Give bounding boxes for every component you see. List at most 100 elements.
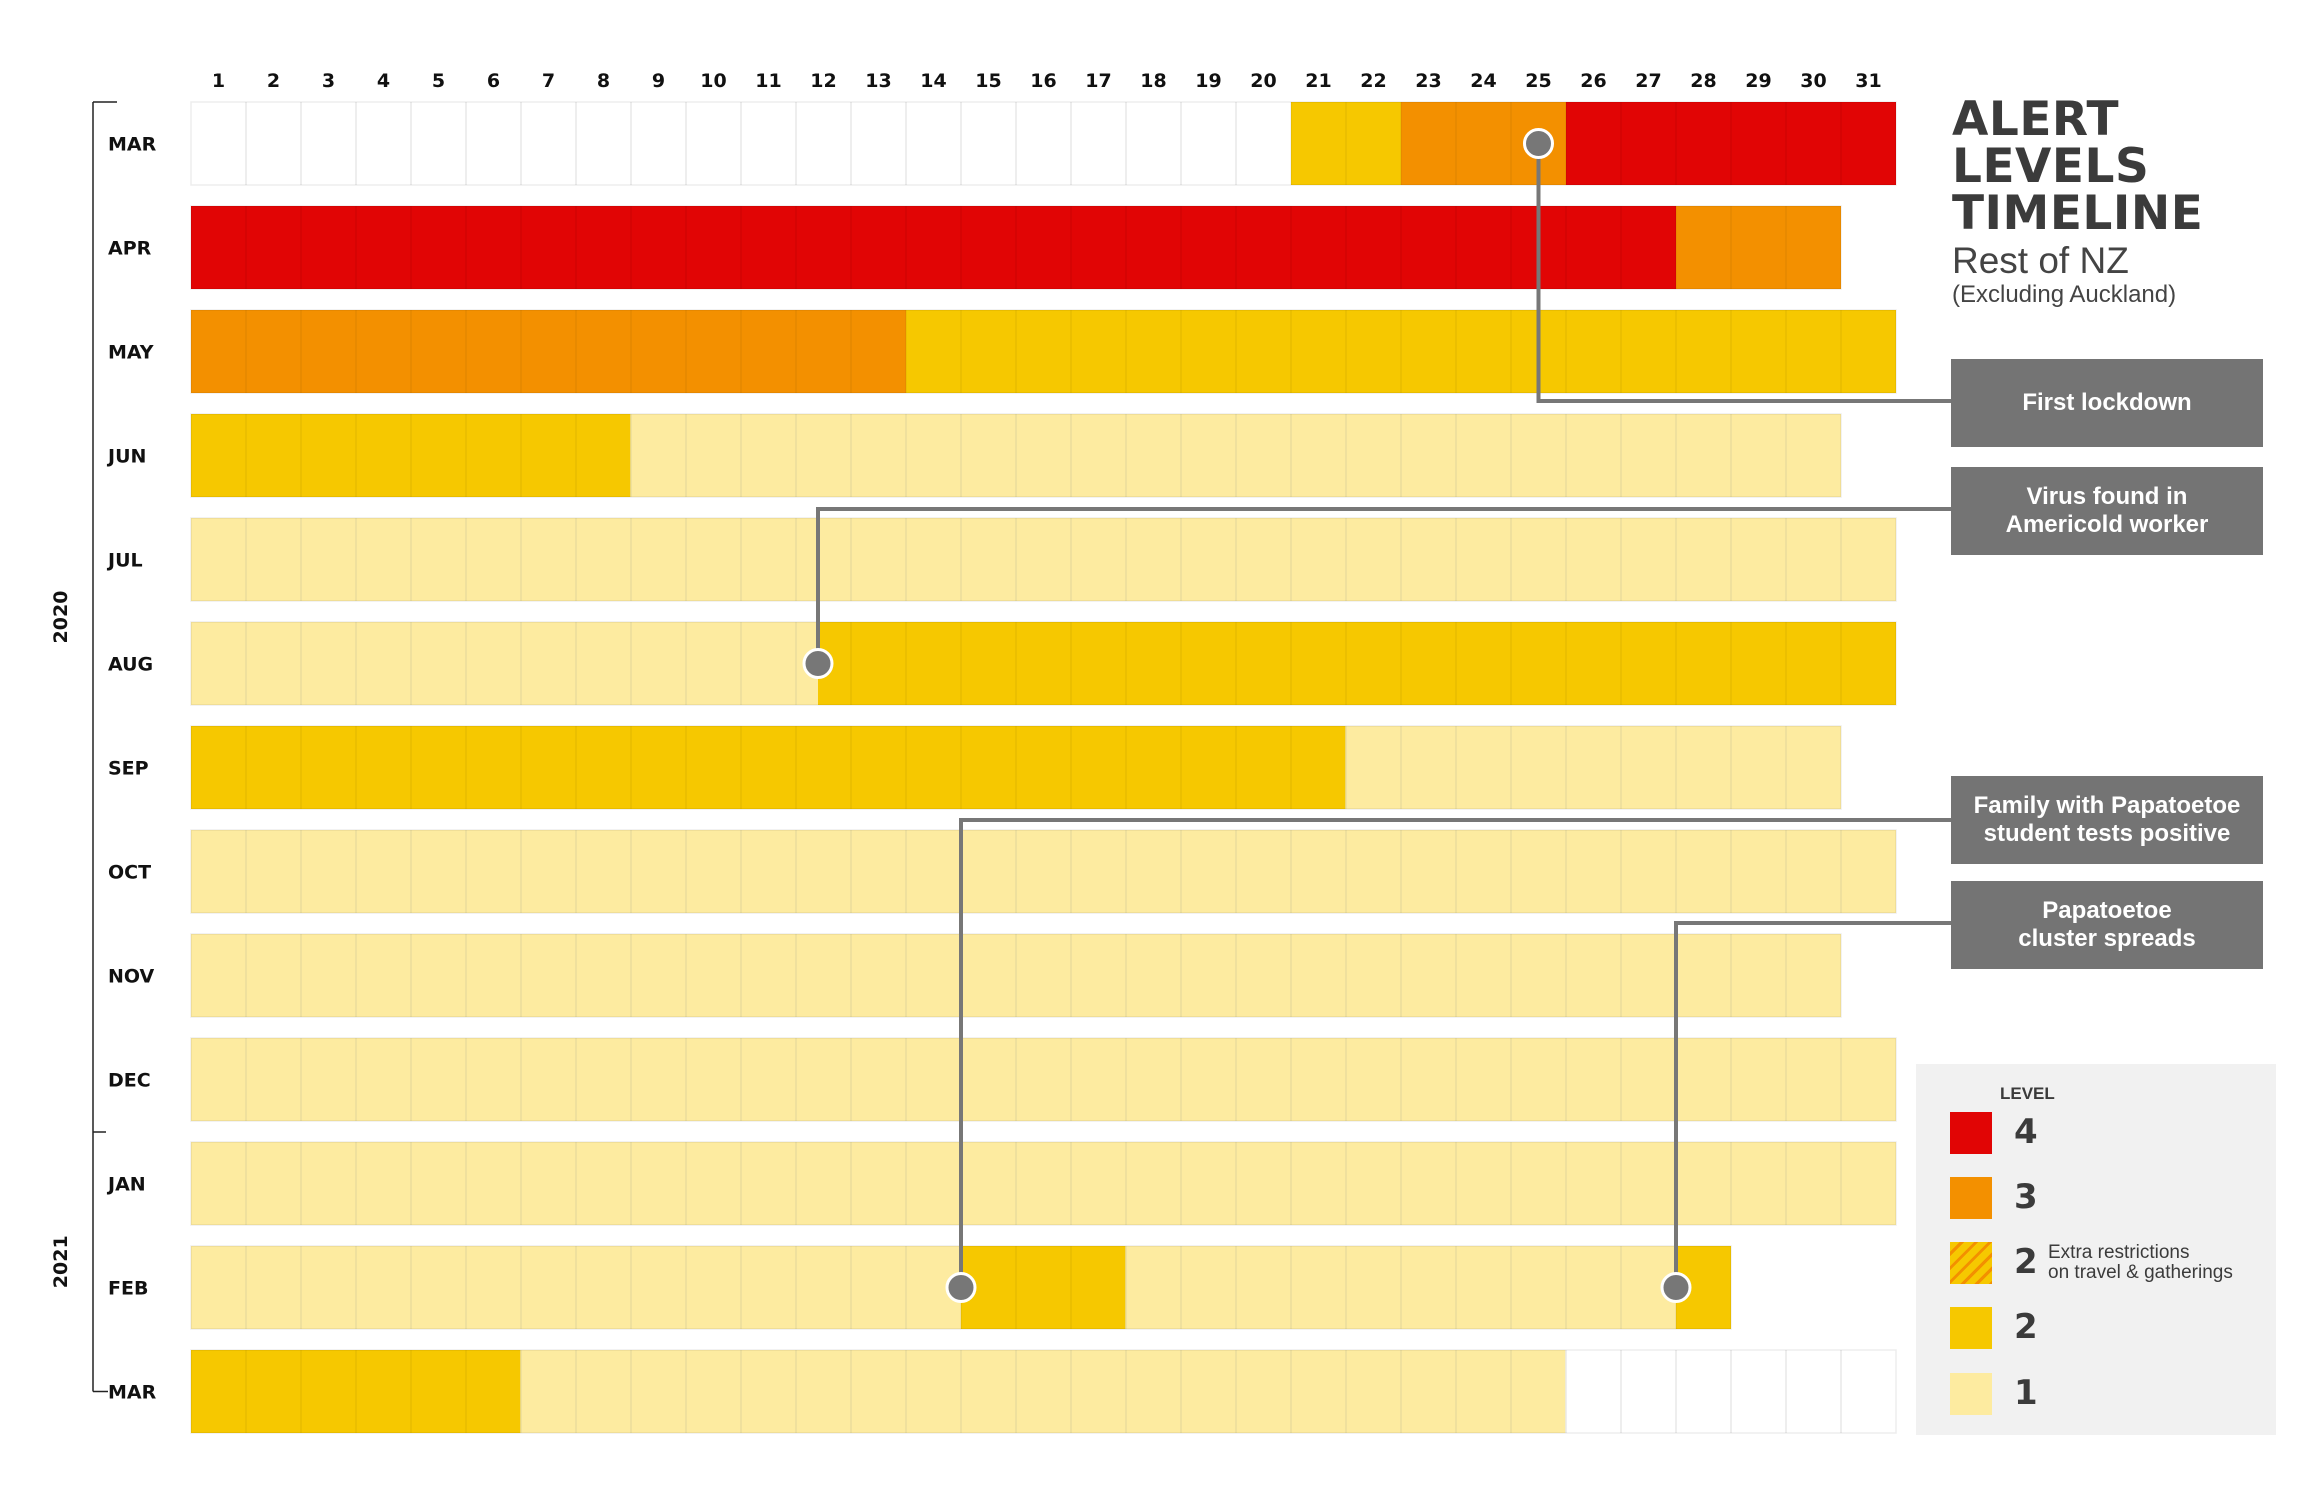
month-label: JAN	[106, 1174, 146, 1196]
month-label: MAR	[108, 1382, 157, 1404]
level-segment	[1346, 726, 1841, 809]
legend-label: 3	[2014, 1177, 2038, 1217]
day-label: 14	[920, 70, 946, 92]
legend-label: 4	[2014, 1112, 2038, 1152]
annotation-first-lockdown: First lockdown	[1951, 359, 2263, 447]
day-label: 12	[810, 70, 836, 92]
level-segment	[191, 518, 1896, 601]
day-label: 5	[432, 70, 445, 92]
year-label: 2020	[50, 591, 72, 644]
day-label: 16	[1030, 70, 1056, 92]
legend-note-line-2: on travel & gatherings	[2048, 1262, 2233, 1283]
legend: LEVEL 4 3 2 Extra restrictions on travel…	[1916, 1064, 2276, 1435]
month-row: MAY	[108, 309, 1897, 394]
month-row: MAR	[108, 101, 1897, 186]
day-label: 15	[975, 70, 1001, 92]
legend-swatch-level-1	[1950, 1373, 1992, 1415]
day-label: 21	[1305, 70, 1331, 92]
level-segment	[191, 1038, 1896, 1121]
level-segment	[961, 1246, 1126, 1329]
day-label: 22	[1360, 70, 1386, 92]
month-row: AUG	[108, 621, 1897, 706]
legend-swatch-level-2	[1950, 1307, 1992, 1349]
event-marker	[1660, 1272, 1692, 1303]
annotation-connectors	[802, 128, 1951, 1303]
month-row: SEP	[108, 725, 1842, 810]
month-row: JUL	[106, 517, 1897, 602]
month-label: SEP	[108, 758, 149, 780]
event-marker	[1523, 128, 1554, 159]
month-label: JUL	[106, 550, 143, 572]
month-label: APR	[108, 238, 152, 260]
day-label: 10	[700, 70, 726, 92]
month-label: MAY	[108, 342, 154, 364]
legend-label: 2	[2014, 1307, 2038, 1347]
month-label: DEC	[108, 1070, 151, 1092]
day-axis: 1 2 3 4 5 6 7 8 9 10 11 12 13 14 15 16 17 18 19 20 21 22 23 24 2…	[212, 70, 1882, 92]
legend-swatch-level-2-hatched	[1950, 1242, 1992, 1284]
month-label: NOV	[108, 966, 155, 988]
day-label: 11	[755, 70, 781, 92]
day-label: 17	[1085, 70, 1111, 92]
day-label: 28	[1690, 70, 1716, 92]
day-label: 8	[597, 70, 610, 92]
month-rows: MAR APR MAY JUN JUL AUG SEP OCT NOV DEC JAN FEB MAR	[106, 101, 1897, 1434]
month-row: JAN	[106, 1141, 1897, 1226]
day-label: 29	[1745, 70, 1771, 92]
level-segment	[191, 622, 818, 705]
month-row: NOV	[108, 933, 1842, 1018]
day-label: 3	[322, 70, 335, 92]
day-label: 24	[1470, 70, 1496, 92]
title-line-3: TIMELINE	[1952, 186, 2204, 241]
month-label: JUN	[106, 446, 146, 468]
legend-swatch-level-4	[1950, 1112, 1992, 1154]
day-label: 2	[267, 70, 280, 92]
chart-subtitle: Rest of NZ	[1952, 240, 2129, 281]
year-label: 2021	[50, 1235, 72, 1288]
month-row: OCT	[108, 829, 1897, 914]
month-row: JUN	[106, 413, 1842, 498]
level-segment	[191, 206, 1676, 289]
day-label: 13	[865, 70, 891, 92]
legend-note-line-1: Extra restrictions	[2048, 1242, 2190, 1263]
level-segment	[1676, 206, 1841, 289]
chart-subnote: (Excluding Auckland)	[1952, 281, 2177, 308]
day-label: 20	[1250, 70, 1276, 92]
day-label: 26	[1580, 70, 1606, 92]
chart-title: ALERT LEVELS TIMELINE Rest of NZ (Exclud…	[1952, 96, 2203, 309]
day-label: 30	[1800, 70, 1826, 92]
day-label: 4	[377, 70, 390, 92]
level-segment	[818, 622, 1896, 705]
annotation-americold: Virus found in Americold worker	[1951, 467, 2263, 555]
month-row: APR	[108, 205, 1842, 290]
day-label: 9	[652, 70, 665, 92]
day-label: 7	[542, 70, 555, 92]
month-row: DEC	[108, 1037, 1897, 1122]
day-label: 25	[1525, 70, 1551, 92]
day-label: 31	[1855, 70, 1881, 92]
year-bracket: 2020 2021	[50, 101, 117, 1393]
day-label: 19	[1195, 70, 1221, 92]
level-segment	[191, 830, 1896, 913]
legend-swatch-level-3	[1950, 1177, 1992, 1219]
annotation-papatoetoe-cluster: Papatoetoe cluster spreads	[1951, 881, 2263, 969]
month-label: FEB	[108, 1278, 148, 1300]
month-label: AUG	[108, 654, 153, 676]
day-label: 27	[1635, 70, 1661, 92]
title-line-2: LEVELS	[1952, 139, 2150, 194]
day-label: 23	[1415, 70, 1441, 92]
day-label: 1	[212, 70, 225, 92]
day-label: 18	[1140, 70, 1166, 92]
month-row: MAR	[108, 1349, 1897, 1434]
annotation-papatoetoe-family: Family with Papatoetoe student tests pos…	[1951, 776, 2263, 864]
title-line-1: ALERT	[1952, 92, 2120, 147]
month-label: OCT	[108, 862, 151, 884]
event-marker	[945, 1272, 977, 1303]
legend-label: 2	[2014, 1242, 2038, 1282]
legend-title: LEVEL	[2000, 1084, 2055, 1103]
level-segment	[191, 1142, 1896, 1225]
level-segment	[191, 310, 906, 393]
level-segment	[521, 1350, 1566, 1433]
level-segment	[191, 726, 1346, 809]
legend-label: 1	[2014, 1373, 2038, 1413]
